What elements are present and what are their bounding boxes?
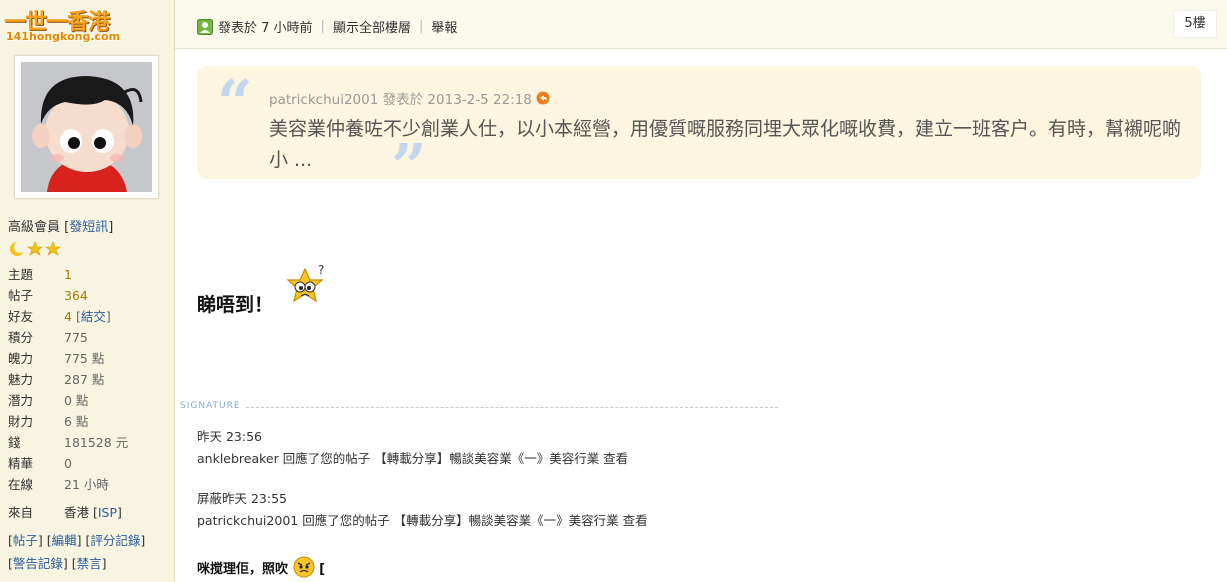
report-link[interactable]: 舉報 [431,17,457,36]
signature-entry: 昨天 23:56 anklebreaker 回應了您的帖子 【轉載分享】暢談美容… [197,426,628,470]
confused-smiley-icon: ? [283,263,329,316]
user-rank: 高級會員 [8,220,61,235]
stat-online: 在線 21 小時 [8,477,109,492]
site-logo[interactable]: 一世一香港 141hongkong.com [4,4,126,44]
stat-money: 錢 181528 元 [8,435,129,450]
quote-author: patrickchui2001 [269,92,379,108]
signature-entry-time: 昨天 23:56 [197,429,262,444]
signature-divider [246,407,778,408]
stat-wealth: 財力 6 點 [8,414,89,429]
moon-icon [10,241,26,256]
ban-link[interactable]: 禁言 [77,556,102,571]
star-icon [45,241,61,256]
avatar-frame [14,55,159,199]
signature-label: SIGNATURE [180,401,245,411]
rating-log-link[interactable]: 評分記錄 [90,533,140,548]
stat-friends: 好友 4 [結交] [8,309,111,324]
signature-entry-time: 屏蔽昨天 23:55 [197,491,287,506]
show-all-floors-link[interactable]: 顯示全部樓層 [333,17,411,36]
isp-link[interactable]: ISP [98,505,117,520]
star-icon [27,241,43,256]
logo-domain: 141hongkong.com [6,30,121,43]
stat-posts: 帖子 364 [8,288,88,303]
stat-credits: 積分 775 [8,330,88,345]
stat-charm: 魅力 287 點 [8,372,105,387]
quote-block: “ patrickchui2001 發表於 2013-2-5 22:18 美容業… [197,66,1201,203]
edit-link[interactable]: 編輯 [52,533,77,548]
warning-log-link[interactable]: 警告記錄 [13,556,63,571]
close-quote-icon: ” [391,130,427,203]
post-header: 發表於 7 小時前 | 顯示全部樓層 | 舉報 5樓 [175,0,1227,49]
user-from: 來自 香港 [ISP] [8,505,122,520]
jump-to-post-icon[interactable] [536,91,550,105]
signature-entry-text[interactable]: anklebreaker 回應了您的帖子 【轉載分享】暢談美容業《一》美容行業 … [197,448,628,470]
open-quote-icon: “ [217,66,253,139]
avatar[interactable] [21,62,152,192]
floor-number[interactable]: 5樓 [1173,10,1217,38]
user-sidebar: 一世一香港 141hongkong.com 高級會員 [發短訊] 主題 1 帖子… [0,0,175,582]
quote-date: 2013-2-5 22:18 [427,92,532,108]
post-content: 睇唔到！ [197,294,274,316]
quote-meta: patrickchui2001 發表於 2013-2-5 22:18 [269,88,550,108]
user-admin-links: [警告記錄] [禁言] [8,556,107,571]
stat-potential: 潛力 0 點 [8,393,89,408]
svg-text:?: ? [318,263,324,277]
signature-entry: 屏蔽昨天 23:55 patrickchui2001 回應了您的帖子 【轉載分享… [197,488,648,532]
user-online-icon [197,18,213,35]
stat-digest: 精華 0 [8,456,72,471]
rank-stars [8,240,64,258]
quote-posted-label: 發表於 [382,92,424,108]
user-action-links: [帖子] [編輯] [評分記錄] [8,533,146,548]
stat-power: 魄力 775 點 [8,351,105,366]
post-time: 發表於 7 小時前 [218,21,313,36]
send-pm-link[interactable]: 發短訊 [69,220,108,235]
user-stats: 主題 1 帖子 364 好友 4 [結交] 積分 775 魄力 775 點 魅力 287 點… [8,264,168,495]
signature-tagline: 咪搅理佢，照吹 [ [197,556,325,578]
add-friend-link[interactable]: 結交 [81,309,106,324]
stat-topics: 主題 1 [8,267,72,282]
angry-smiley-icon [293,556,315,578]
signature-entry-text[interactable]: patrickchui2001 回應了您的帖子 【轉載分享】暢談美容業《一》美容… [197,510,648,532]
user-rank-line: 高級會員 [發短訊] [8,220,114,235]
signature-tagline-text: 咪搅理佢，照吹 [197,562,289,577]
user-posts-link[interactable]: 帖子 [13,533,38,548]
